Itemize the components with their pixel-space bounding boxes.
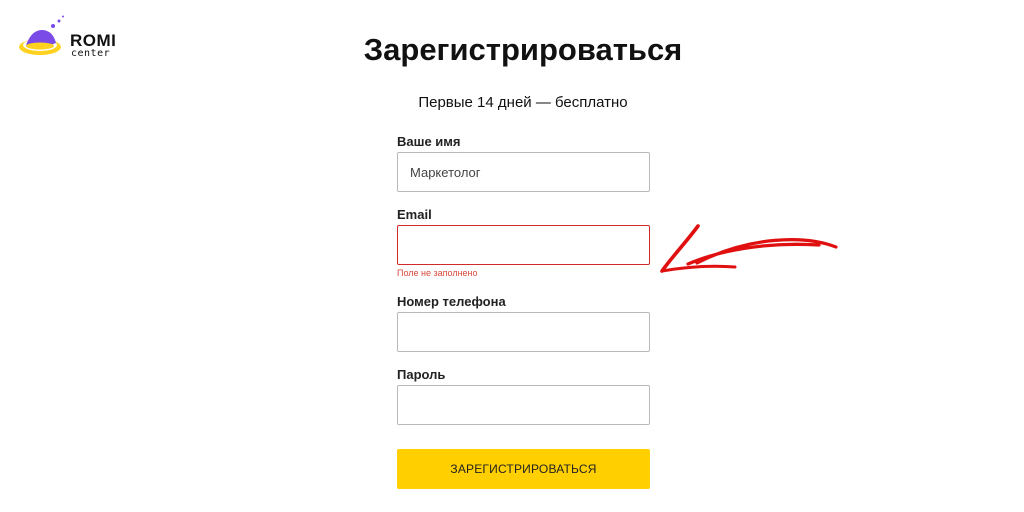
page-title: Зарегистрироваться	[363, 32, 683, 67]
email-label: Email	[397, 207, 432, 222]
hand-drawn-arrow-icon	[660, 224, 838, 273]
password-label: Пароль	[397, 367, 446, 382]
name-label: Ваше имя	[397, 134, 461, 149]
phone-field[interactable]	[397, 312, 650, 352]
register-button[interactable]: ЗАРЕГИСТРИРОВАТЬСЯ	[397, 449, 650, 489]
name-field[interactable]	[397, 152, 650, 192]
email-error-message: Поле не заполнено	[397, 268, 478, 278]
signup-page: ROMI center Зарегистрироваться Первые 14…	[0, 0, 1024, 512]
page-subtitle: Первые 14 дней — бесплатно	[418, 94, 628, 111]
password-field[interactable]	[397, 385, 650, 425]
email-field[interactable]	[397, 225, 650, 265]
phone-label: Номер телефона	[397, 294, 506, 309]
